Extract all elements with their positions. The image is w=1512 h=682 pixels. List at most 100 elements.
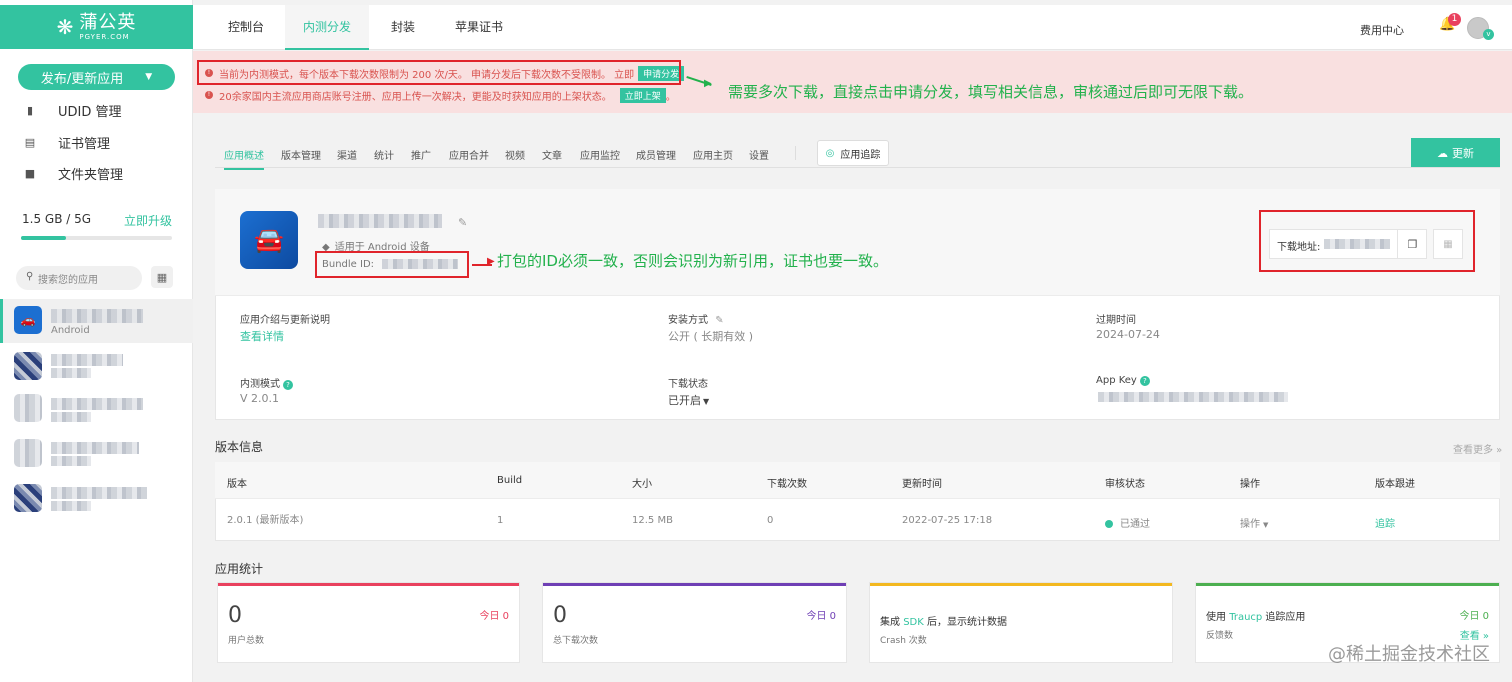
sidebar-item-folder[interactable]: ■ 文件夹管理 — [22, 163, 123, 183]
status-text: 已通过 — [1120, 519, 1150, 530]
tab-apple-certificates[interactable]: 苹果证书 — [441, 5, 517, 50]
sidebar-item-certificate[interactable]: ▤ 证书管理 — [22, 132, 110, 152]
grid-view-button[interactable]: ▦ — [151, 266, 173, 288]
qrcode-button[interactable]: ▦ — [1433, 229, 1463, 259]
install-method-label: 安装方式 ✎ — [668, 311, 724, 326]
download-status-dropdown[interactable]: 已开启 ▼ — [668, 392, 709, 408]
app-tracking-button[interactable]: ◎ 应用追踪 — [817, 140, 889, 166]
brand-domain: PGYER.COM — [79, 32, 130, 41]
tab-packaging[interactable]: 封装 — [377, 5, 429, 50]
app-tracking-label: 应用追踪 — [840, 149, 881, 161]
publish-app-button[interactable]: 发布/更新应用 ▼ — [18, 64, 175, 90]
tab-beta-distribution[interactable]: 内测分发 — [285, 5, 369, 50]
subtab-divider — [215, 167, 1500, 168]
subtab-homepage[interactable]: 应用主页 — [693, 147, 733, 162]
app-sub-redacted — [51, 368, 91, 378]
storage-used-text: 1.5 GB / 5G — [22, 212, 92, 226]
status-cell: 已通过 — [1105, 515, 1150, 530]
app-key-label: App Key? — [1096, 375, 1150, 386]
intro-label: 应用介绍与更新说明 — [240, 315, 330, 326]
download-url-label: 下载地址: — [1277, 242, 1321, 253]
subtab-promotion[interactable]: 推广 — [411, 147, 431, 162]
column-header: 大小 — [632, 479, 652, 490]
sdk-hint-text: 集成 — [880, 617, 904, 628]
upgrade-link[interactable]: 立即升级 — [124, 212, 172, 229]
downloads-cell: 0 — [767, 515, 774, 526]
versions-section-title: 版本信息 — [215, 440, 264, 454]
stat-card-accent — [870, 583, 1172, 586]
update-button[interactable]: ☁ 更新 — [1411, 138, 1500, 168]
view-details-link[interactable]: 查看详情 — [240, 328, 284, 344]
app-thumbnail[interactable] — [14, 394, 42, 422]
publish-now-button[interactable]: 立即上架 — [619, 87, 666, 103]
subtab-versions[interactable]: 版本管理 — [281, 147, 321, 162]
install-method-value: 公开 ( 长期有效 ) — [668, 330, 754, 343]
divider — [795, 146, 796, 160]
versions-table-header — [215, 462, 1500, 499]
app-name-redacted — [318, 214, 442, 228]
column-header: 更新时间 — [902, 479, 942, 490]
app-search-input[interactable]: ⚲ 搜索您的应用 — [16, 266, 142, 290]
column-header: Build — [497, 475, 523, 486]
updated-cell: 2022-07-25 17:18 — [902, 515, 993, 526]
caret-down-icon: ▼ — [1263, 521, 1269, 529]
subtab-merge[interactable]: 应用合并 — [449, 147, 489, 162]
subtab-settings[interactable]: 设置 — [749, 147, 769, 162]
stat-card-downloads: 0 总下载次数 今日 0 — [542, 582, 847, 663]
traucp-hint-text: 使用 — [1206, 612, 1230, 623]
edit-icon[interactable]: ✎ — [715, 315, 723, 326]
target-icon: ◎ — [825, 147, 835, 159]
subtab-statistics[interactable]: 统计 — [374, 147, 394, 162]
cloud-upload-icon: ☁ — [1437, 146, 1448, 160]
app-name-redacted — [51, 309, 143, 323]
caret-down-icon: ▼ — [703, 397, 710, 406]
dandelion-icon: ❋ — [56, 15, 74, 39]
subtab-monitoring[interactable]: 应用监控 — [580, 147, 620, 162]
help-icon[interactable]: ? — [1139, 376, 1150, 386]
app-platform: Android — [51, 325, 90, 336]
track-version-link[interactable]: 追踪 — [1375, 515, 1395, 530]
traucp-hint-text: 追踪应用 — [1262, 612, 1306, 623]
column-header: 版本 — [227, 479, 247, 490]
stat-today: 今日 0 — [806, 611, 836, 622]
notice-suffix: 。 — [665, 91, 676, 103]
brand-logo[interactable]: ❋ 蒲公英 PGYER.COM — [0, 5, 193, 49]
edit-icon[interactable]: ✎ — [458, 216, 467, 229]
subtab-articles[interactable]: 文章 — [542, 147, 562, 162]
beta-mode-label: 内测模式? — [240, 375, 293, 390]
actions-dropdown[interactable]: 操作 ▼ — [1240, 515, 1268, 530]
storage-progress-fill — [21, 236, 67, 240]
arrow-head-icon: ▶ — [704, 78, 712, 89]
traucp-link[interactable]: Traucp — [1229, 612, 1262, 623]
annotation-box-bundle — [315, 251, 469, 278]
subtab-channels[interactable]: 渠道 — [337, 147, 357, 162]
sidebar-item-label: 文件夹管理 — [58, 167, 124, 183]
grid-icon: ▦ — [156, 270, 168, 284]
notification-count-badge: 1 — [1448, 13, 1461, 26]
subtab-members[interactable]: 成员管理 — [636, 147, 676, 162]
sdk-link[interactable]: SDK — [903, 617, 924, 628]
download-status-value: 已开启 — [668, 394, 701, 407]
fee-center-link[interactable]: 费用中心 — [1360, 22, 1404, 38]
actions-label: 操作 — [1240, 519, 1260, 530]
stat-card-accent — [218, 583, 519, 586]
app-thumbnail[interactable] — [14, 439, 42, 467]
storage-usage: 1.5 GB / 5G 立即升级 — [22, 212, 172, 229]
watermark: @稀土掘金技术社区 — [1328, 644, 1490, 665]
subtab-video[interactable]: 视频 — [505, 147, 525, 162]
help-icon[interactable]: ? — [283, 380, 293, 390]
column-header: 版本跟进 — [1375, 479, 1415, 490]
app-thumbnail[interactable] — [14, 484, 42, 512]
stat-today: 今日 0 — [479, 611, 509, 622]
stat-card-crash: 集成 SDK 后，显示统计数据 Crash 次数 — [869, 582, 1173, 663]
view-more-versions-link[interactable]: 查看更多 » — [1453, 441, 1502, 456]
copy-link-button[interactable]: ❐ — [1397, 229, 1427, 259]
sidebar-item-udid[interactable]: ▮ UDID 管理 — [22, 100, 122, 120]
status-dot — [1105, 520, 1113, 528]
download-url-redacted — [1324, 239, 1390, 249]
tab-console[interactable]: 控制台 — [215, 5, 277, 50]
sidebar-item-label: 证书管理 — [58, 136, 111, 152]
stat-card-accent — [543, 583, 846, 586]
app-thumbnail[interactable] — [14, 352, 42, 380]
app-key-redacted — [1098, 392, 1288, 402]
